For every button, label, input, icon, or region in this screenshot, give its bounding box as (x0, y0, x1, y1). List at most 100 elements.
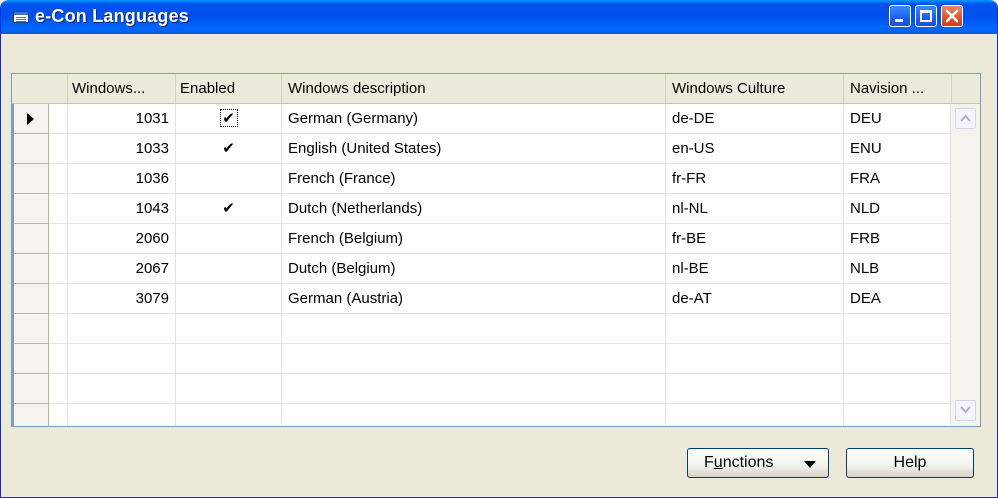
cell-enabled[interactable] (176, 254, 282, 283)
scroll-down-button[interactable] (955, 400, 976, 421)
cell-navision[interactable] (844, 314, 952, 343)
row-selector[interactable] (12, 194, 49, 224)
scroll-up-button[interactable] (955, 108, 976, 129)
cell-windows-id[interactable]: 2067 (68, 254, 176, 283)
cell-description[interactable]: Dutch (Netherlands) (282, 194, 666, 223)
cell-culture[interactable] (666, 314, 844, 343)
row-selector[interactable] (12, 104, 49, 134)
cell-culture[interactable]: en-US (666, 134, 844, 163)
cell-enabled[interactable] (176, 314, 282, 343)
functions-button[interactable]: Functions (687, 448, 829, 478)
cell-windows-id[interactable]: 1036 (68, 164, 176, 193)
functions-label-suffix: nctions (722, 454, 774, 471)
cell-enabled[interactable] (176, 284, 282, 313)
cell-enabled[interactable]: ✔ (176, 104, 282, 133)
cell-description[interactable] (282, 344, 666, 373)
minimize-button[interactable] (889, 5, 911, 27)
cell-culture[interactable]: de-AT (666, 284, 844, 313)
column-header-windows-id[interactable]: Windows... (68, 74, 176, 103)
cell-culture[interactable]: nl-BE (666, 254, 844, 283)
title-bar[interactable]: e-Con Languages (1, 0, 997, 34)
cell-culture[interactable] (666, 374, 844, 403)
column-header-culture[interactable]: Windows Culture (666, 74, 844, 103)
cell-windows-id[interactable]: 2060 (68, 224, 176, 253)
cell-navision[interactable]: FRB (844, 224, 952, 253)
cell-windows-id[interactable] (68, 374, 176, 403)
maximize-button[interactable] (915, 5, 937, 27)
row-selector[interactable] (12, 344, 49, 374)
cell-description[interactable]: German (Austria) (282, 284, 666, 313)
cell-navision[interactable] (844, 344, 952, 373)
cell-windows-id[interactable] (68, 344, 176, 373)
cell-enabled[interactable]: ✔ (176, 134, 282, 163)
cell-description[interactable]: Dutch (Belgium) (282, 254, 666, 283)
cell-navision[interactable]: FRA (844, 164, 952, 193)
table-row[interactable] (12, 404, 952, 426)
table-row[interactable] (12, 344, 952, 374)
table-row[interactable] (12, 314, 952, 344)
cell-enabled[interactable] (176, 344, 282, 373)
row-selector[interactable] (12, 164, 49, 194)
checkmark-icon: ✔ (222, 199, 235, 217)
functions-label-prefix: F (704, 454, 714, 471)
cell-navision[interactable] (844, 404, 952, 426)
cell-windows-id[interactable] (68, 314, 176, 343)
cell-windows-id[interactable]: 1031 (68, 104, 176, 133)
vertical-scrollbar[interactable] (950, 104, 980, 426)
cell-windows-id[interactable]: 3079 (68, 284, 176, 313)
cell-enabled[interactable]: ✔ (176, 194, 282, 223)
table-row[interactable]: 2067 Dutch (Belgium) nl-BE NLB (12, 254, 952, 284)
cell-description[interactable]: French (France) (282, 164, 666, 193)
table-row[interactable]: 1031 ✔ German (Germany) de-DE DEU (12, 104, 952, 134)
column-header-description[interactable]: Windows description (282, 74, 666, 103)
cell-navision[interactable]: NLB (844, 254, 952, 283)
table-row[interactable]: 2060 French (Belgium) fr-BE FRB (12, 224, 952, 254)
cell-enabled[interactable] (176, 374, 282, 403)
cell-description[interactable] (282, 314, 666, 343)
row-gap (49, 104, 68, 133)
close-button[interactable] (941, 5, 963, 27)
row-selector[interactable] (12, 134, 49, 164)
cell-enabled[interactable] (176, 224, 282, 253)
cell-enabled[interactable] (176, 404, 282, 426)
table-row[interactable]: 3079 German (Austria) de-AT DEA (12, 284, 952, 314)
help-button[interactable]: Help (846, 448, 974, 478)
cell-culture[interactable]: fr-BE (666, 224, 844, 253)
cell-navision[interactable]: NLD (844, 194, 952, 223)
table-row[interactable] (12, 374, 952, 404)
table-row[interactable]: 1033 ✔ English (United States) en-US ENU (12, 134, 952, 164)
cell-navision[interactable]: DEA (844, 284, 952, 313)
cell-windows-id[interactable]: 1033 (68, 134, 176, 163)
maximize-icon (920, 10, 932, 22)
row-selector[interactable] (12, 254, 49, 284)
table-row[interactable]: 1043 ✔ Dutch (Netherlands) nl-NL NLD (12, 194, 952, 224)
row-gap (49, 194, 68, 223)
column-header-navision[interactable]: Navision ... (844, 74, 952, 103)
column-header-enabled[interactable]: Enabled (176, 74, 282, 103)
row-selector[interactable] (12, 404, 49, 426)
cell-navision[interactable]: DEU (844, 104, 952, 133)
cell-description[interactable]: French (Belgium) (282, 224, 666, 253)
table-row[interactable]: 1036 French (France) fr-FR FRA (12, 164, 952, 194)
cell-windows-id[interactable]: 1043 (68, 194, 176, 223)
row-gap (49, 224, 68, 253)
cell-navision[interactable]: ENU (844, 134, 952, 163)
cell-culture[interactable]: nl-NL (666, 194, 844, 223)
cell-culture[interactable] (666, 344, 844, 373)
cell-description[interactable] (282, 404, 666, 426)
cell-description[interactable]: English (United States) (282, 134, 666, 163)
row-selector[interactable] (12, 284, 49, 314)
row-selector[interactable] (12, 374, 49, 404)
row-selector[interactable] (12, 224, 49, 254)
cell-culture[interactable]: fr-FR (666, 164, 844, 193)
cell-windows-id[interactable] (68, 404, 176, 426)
row-selector[interactable] (12, 314, 49, 344)
cell-enabled[interactable] (176, 164, 282, 193)
cell-description[interactable] (282, 374, 666, 403)
cell-culture[interactable] (666, 404, 844, 426)
checkmark-icon: ✔ (219, 109, 238, 128)
languages-table: Windows... Enabled Windows description W… (11, 73, 981, 427)
cell-navision[interactable] (844, 374, 952, 403)
cell-description[interactable]: German (Germany) (282, 104, 666, 133)
cell-culture[interactable]: de-DE (666, 104, 844, 133)
